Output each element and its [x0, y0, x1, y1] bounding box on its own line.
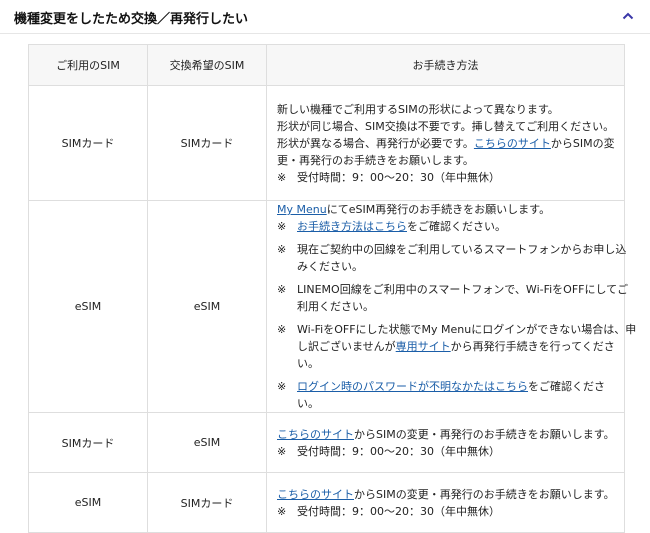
- chevron-up-icon: [622, 12, 634, 20]
- note-text-part: から再発行手続きを行ってくださ: [450, 340, 615, 353]
- site-link[interactable]: こちらのサイト: [277, 428, 354, 441]
- note-mark: ※: [277, 444, 287, 458]
- procedure-text: 新しい機種でご利用するSIMの形状によって異なります。: [277, 102, 559, 116]
- note-item: ※ 現在ご契約中の回線をご利用しているスマートフォンからお申し込 みください。: [277, 241, 626, 275]
- procedure-cell: こちらのサイトからSIMの変更・再発行のお手続きをお願いします。 ※ 受付時間：9…: [266, 472, 625, 533]
- desired-sim-cell: SIMカード: [147, 85, 267, 201]
- procedure-text: My MenuにてeSIM再発行のお手続きをお願いします。: [277, 201, 614, 218]
- procedure-text-part: 形状が異なる場合、再発行が必要です。: [277, 136, 474, 150]
- desired-sim-cell: eSIM: [147, 412, 267, 473]
- current-sim-cell: SIMカード: [28, 85, 148, 201]
- header-procedure: お手続き方法: [266, 44, 625, 86]
- sim-procedure-table: ご利用のSIM 交換希望のSIM お手続き方法 SIMカード SIMカード 新し…: [28, 44, 636, 533]
- header-current-sim: ご利用のSIM: [28, 44, 148, 86]
- note-text: お手続き方法はこちらをご確認ください。: [297, 218, 614, 235]
- password-help-link[interactable]: ログイン時のパスワードが不明なかたはこちら: [297, 380, 528, 393]
- collapse-button[interactable]: [620, 8, 636, 24]
- note-mark: ※: [277, 243, 287, 256]
- note-mark: ※: [277, 170, 287, 184]
- procedure-cell: My MenuにてeSIM再発行のお手続きをお願いします。 ※ お手続き方法はこち…: [266, 200, 636, 413]
- dedicated-site-link[interactable]: 専用サイト: [396, 340, 451, 353]
- note-text-part: 利用ください。: [297, 300, 374, 313]
- procedure-text: こちらのサイトからSIMの変更・再発行のお手続きをお願いします。: [277, 426, 615, 443]
- hours-note: ※ 受付時間：9：00～20：30（年中無休）: [277, 169, 614, 186]
- procedure-text: 形状が同じ場合、SIM交換は不要です。挿し替えてご利用ください。: [277, 119, 615, 133]
- note-item: ※ ログイン時のパスワードが不明なかたはこちらをご確認ください。: [277, 378, 614, 412]
- desired-sim-cell: eSIM: [147, 200, 267, 413]
- site-link[interactable]: こちらのサイト: [474, 137, 551, 150]
- procedure-text-part: からSIMの変更・再発行のお手続きをお願いします。: [354, 427, 615, 441]
- note-item: ※ LINEMO回線をご利用中のスマートフォンで、Wi-FiをOFFにしてご 利用く…: [277, 281, 628, 315]
- table-row: eSIM eSIM My MenuにてeSIM再発行のお手続きをお願いします。 …: [28, 200, 636, 413]
- note-text-part: LINEMO回線をご利用中のスマートフォンで、Wi-FiをOFFにしてご: [297, 283, 629, 296]
- procedure-text: 形状が異なる場合、再発行が必要です。こちらのサイトからSIMの変: [277, 135, 615, 152]
- note-item: ※ Wi-FiをOFFにした状態でMy Menuにログインができない場合は、申 し訳…: [277, 321, 636, 372]
- procedure-cell: 新しい機種でご利用するSIMの形状によって異なります。 形状が同じ場合、SIM交…: [266, 85, 625, 201]
- note-text-part: し訳ございませんが専用サイトから再発行手続きを行ってくださ: [297, 338, 636, 355]
- header-desired-sim: 交換希望のSIM: [147, 44, 267, 86]
- procedure-text-part: からSIMの変: [550, 136, 615, 150]
- procedure-text-part: にてeSIM再発行のお手続きをお願いします。: [326, 203, 551, 216]
- accordion-header[interactable]: 機種変更をしたため交換／再発行したい: [0, 0, 650, 34]
- site-link[interactable]: こちらのサイト: [277, 488, 354, 501]
- note-mark: ※: [277, 283, 287, 296]
- note-text-part: 現在ご契約中の回線をご利用しているスマートフォンからお申し込: [297, 243, 627, 256]
- current-sim-cell: SIMカード: [28, 412, 148, 473]
- section-title: 機種変更をしたため交換／再発行したい: [14, 12, 249, 27]
- note-mark: ※: [277, 220, 287, 233]
- hours-note: ※ 受付時間：9：00～20：30（年中無休）: [277, 443, 614, 460]
- note-text: LINEMO回線をご利用中のスマートフォンで、Wi-FiをOFFにしてご 利用くだ…: [297, 281, 628, 315]
- table-row: SIMカード SIMカード 新しい機種でご利用するSIMの形状によって異なります…: [28, 85, 625, 201]
- hours-text: 受付時間：9：00～20：30（年中無休）: [297, 444, 500, 458]
- note-text-part: い。: [297, 357, 319, 370]
- procedure-text: こちらのサイトからSIMの変更・再発行のお手続きをお願いします。: [277, 486, 615, 503]
- note-text-part: みください。: [297, 260, 363, 273]
- note-text: Wi-FiをOFFにした状態でMy Menuにログインができない場合は、申 し訳ご…: [297, 321, 636, 372]
- table-row: eSIM SIMカード こちらのサイトからSIMの変更・再発行のお手続きをお願い…: [28, 472, 625, 533]
- note-mark: ※: [277, 380, 287, 393]
- current-sim-cell: eSIM: [28, 472, 148, 533]
- note-text: 現在ご契約中の回線をご利用しているスマートフォンからお申し込 みください。: [297, 241, 626, 275]
- hours-text: 受付時間：9：00～20：30（年中無休）: [297, 170, 500, 184]
- note-mark: ※: [277, 323, 287, 336]
- procedure-guide-link[interactable]: お手続き方法はこちら: [297, 220, 407, 233]
- note-text: ログイン時のパスワードが不明なかたはこちらをご確認ください。: [297, 378, 614, 412]
- table-header-row: ご利用のSIM 交換希望のSIM お手続き方法: [28, 44, 625, 86]
- procedure-cell: こちらのサイトからSIMの変更・再発行のお手続きをお願いします。 ※ 受付時間：9…: [266, 412, 625, 473]
- note-text-part: Wi-FiをOFFにした状態でMy Menuにログインができない場合は、申: [297, 323, 637, 336]
- note-mark: ※: [277, 504, 287, 518]
- procedure-text-part: からSIMの変更・再発行のお手続きをお願いします。: [354, 487, 615, 501]
- note-text-part: をご確認ください。: [407, 220, 506, 233]
- current-sim-cell: eSIM: [28, 200, 148, 413]
- procedure-text: 更・再発行のお手続きをお願いします。: [277, 153, 474, 167]
- note-text-part: し訳ございませんが: [297, 340, 396, 353]
- hours-text: 受付時間：9：00～20：30（年中無休）: [297, 504, 500, 518]
- note-item: ※ お手続き方法はこちらをご確認ください。: [277, 218, 614, 235]
- desired-sim-cell: SIMカード: [147, 472, 267, 533]
- hours-note: ※ 受付時間：9：00～20：30（年中無休）: [277, 503, 614, 520]
- my-menu-link[interactable]: My Menu: [277, 203, 327, 216]
- table-row: SIMカード eSIM こちらのサイトからSIMの変更・再発行のお手続きをお願い…: [28, 412, 625, 473]
